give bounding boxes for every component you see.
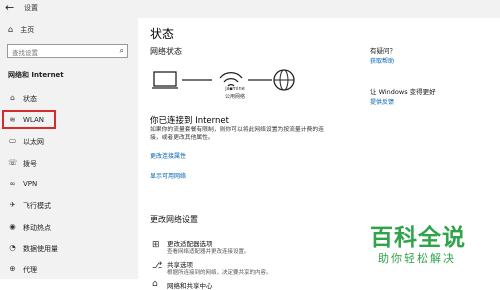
globe-icon <box>273 69 295 91</box>
connection-description: 如果你的流量套餐有限制，则你可以将此网络设置为按流量计费的连接，或者更改其他属性… <box>150 127 324 141</box>
improve-heading: 让 Windows 变得更好 <box>370 88 436 96</box>
show-networks-link[interactable]: 显示可用网络 <box>150 171 186 180</box>
option-adapter-desc: 查看网络适配器并更改连接设置。 <box>167 249 250 255</box>
watermark-title: 百科全说 <box>370 225 466 251</box>
option-center-title[interactable]: 网络和共享中心 <box>167 280 213 290</box>
laptop-icon <box>152 71 178 89</box>
sidebar-home-label: 主页 <box>20 26 35 34</box>
search-box[interactable]: 查找设置 ⌕ <box>7 44 128 58</box>
option-sharing-desc: 根据所连接到的网络，决定要共享的内容。 <box>167 270 272 276</box>
data-usage-icon: ◔ <box>9 243 16 252</box>
section-heading: 网络和 Internet <box>8 71 64 79</box>
sidebar-item-label: 飞行模式 <box>23 202 51 210</box>
sidebar-item-label: VPN <box>23 180 38 188</box>
sidebar-item-label: 状态 <box>23 95 37 103</box>
sidebar-item-ethernet[interactable]: ▭ 以太网 <box>8 135 128 149</box>
get-help-link[interactable]: 获取帮助 <box>370 56 394 65</box>
change-settings-heading: 更改网络设置 <box>150 215 198 224</box>
change-properties-link[interactable]: 更改连接属性 <box>150 151 186 160</box>
dialup-icon: ☏ <box>8 158 18 167</box>
title-bar: ← 设置 <box>0 0 500 18</box>
window-title: 设置 <box>24 4 38 12</box>
sidebar-item-label: 以太网 <box>23 138 44 146</box>
wlan-highlight-box <box>2 110 56 129</box>
share-icon: ⎇ <box>152 261 163 271</box>
sidebar-item-dialup[interactable]: ☏ 拨号 <box>8 157 128 171</box>
sidebar-item-hotspot[interactable]: ◉ 移动热点 <box>8 221 128 235</box>
search-icon[interactable]: ⌕ <box>120 46 124 56</box>
sidebar-item-label: 代理 <box>23 266 37 274</box>
help-heading: 有疑问？ <box>370 47 396 55</box>
globe-icon: ⊕ <box>9 264 16 273</box>
sidebar-item-label: 拨号 <box>23 160 37 168</box>
back-arrow-icon[interactable]: ← <box>5 1 14 14</box>
watermark-subtitle: 助你轻松解决 <box>378 252 456 265</box>
sidebar-item-label: 数据使用量 <box>23 245 58 253</box>
sidebar-item-label: 移动热点 <box>23 224 51 232</box>
adapter-icon: ⊞ <box>152 240 160 250</box>
wifi-network-name: jasmine <box>225 86 245 92</box>
network-status-heading: 网络状态 <box>150 47 182 56</box>
network-center-icon: ⌂ <box>152 279 158 289</box>
home-icon: ⌂ <box>8 25 14 34</box>
sidebar: ⌂ 主页 查找设置 ⌕ 网络和 Internet ⌂ 状态 ≋ WLAN ▭ 以… <box>0 18 138 279</box>
watermark: 百科全说 助你轻松解决 <box>370 218 490 274</box>
sidebar-home[interactable]: ⌂ 主页 <box>8 25 34 35</box>
sidebar-item-status[interactable]: ⌂ 状态 <box>8 92 128 106</box>
vpn-icon: ∞ <box>9 179 16 188</box>
connection-status: 你已连接到 Internet <box>150 116 229 126</box>
home-network-icon: ⌂ <box>10 93 15 102</box>
airplane-icon: ✈ <box>9 200 16 209</box>
search-placeholder: 查找设置 <box>12 49 38 57</box>
hotspot-icon: ◉ <box>9 222 16 231</box>
ethernet-icon: ▭ <box>8 136 17 145</box>
sidebar-item-airplane[interactable]: ✈ 飞行模式 <box>8 199 128 213</box>
page-title: 状态 <box>150 27 175 41</box>
feedback-link[interactable]: 提供反馈 <box>370 97 394 106</box>
sidebar-item-vpn[interactable]: ∞ VPN <box>8 178 128 192</box>
sidebar-item-proxy[interactable]: ⊕ 代理 <box>8 263 128 277</box>
wifi-network-type: 公用网络 <box>224 94 245 100</box>
sidebar-item-data-usage[interactable]: ◔ 数据使用量 <box>8 242 128 256</box>
